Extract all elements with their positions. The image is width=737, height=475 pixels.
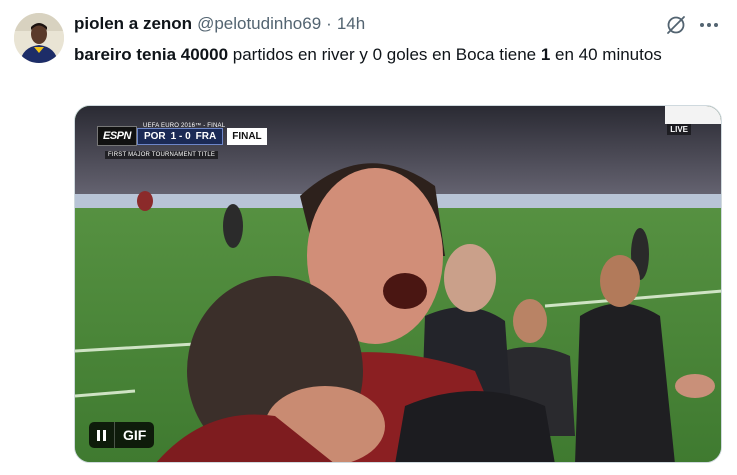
match-status: FINAL [227,127,267,145]
scoreboard-subtitle: FIRST MAJOR TOURNAMENT TITLE [105,151,219,159]
tweet-header: piolen a zenon @pelotudinho69 · 14h [74,13,365,35]
gif-controls: GIF [89,422,155,448]
network-logo: ESPN [97,126,137,146]
tweet-text-bold: bareiro tenia 40000 [74,45,229,64]
tweet-media-gif[interactable]: ESPN POR 1 - 0 FRA FINAL UEFA EURO 2016™… [74,105,722,463]
gif-badge: GIF [123,427,147,443]
separator-dot: · [326,14,332,33]
score-box: POR 1 - 0 FRA [136,127,224,145]
pause-button[interactable] [89,422,115,448]
tweet-text-bold: 1 [540,45,551,64]
away-team: FRA [195,130,217,142]
tweet-text: bareiro tenia 40000 partidos en river y … [74,43,694,67]
grok-icon[interactable] [665,14,687,36]
avatar-image [14,13,64,63]
score: 1 - 0 [170,130,191,142]
user-handle[interactable]: @pelotudinho69 [197,14,321,34]
display-name[interactable]: piolen a zenon [74,14,192,34]
gif-frame [75,106,721,462]
tweet-text-part: partidos en river y 0 goles en Boca tien… [228,45,541,64]
tournament-label: UEFA EURO 2016™ - FINAL [143,123,226,129]
tweet-text-part: en 40 minutos [550,45,662,64]
pause-icon [97,429,100,441]
avatar[interactable] [14,13,64,63]
live-badge: LIVE [667,124,691,135]
more-options-icon[interactable] [697,14,721,36]
pause-icon [103,429,106,441]
home-team: POR [143,130,166,142]
timestamp[interactable]: 14h [337,14,365,34]
